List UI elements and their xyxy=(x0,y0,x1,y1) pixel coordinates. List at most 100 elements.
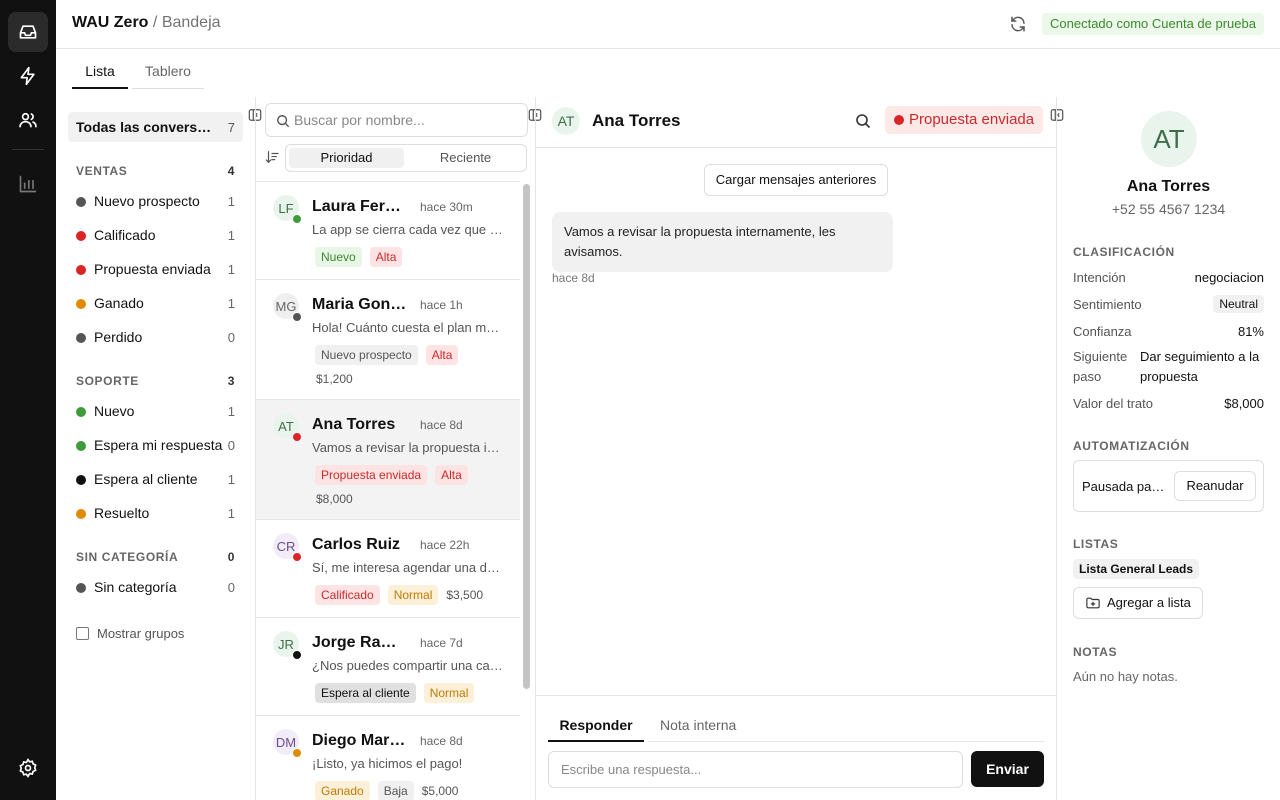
chat-header: AT Ana Torres Propuesta enviada xyxy=(536,97,1056,148)
add-to-list-button[interactable]: Agregar a lista xyxy=(1073,587,1203,619)
bar-chart-icon[interactable] xyxy=(8,164,48,204)
group-title: SIN CATEGORÍA xyxy=(76,550,179,564)
filter-all-conversations[interactable]: Todas las conversaciones 7 xyxy=(68,112,243,142)
tab-lista[interactable]: Lista xyxy=(72,49,128,89)
contact-phone: +52 55 4567 1234 xyxy=(1111,201,1226,217)
group-count: 4 xyxy=(227,164,235,178)
conversation-item[interactable]: DM Diego Martínez hace 8d ¡Listo, ya hic… xyxy=(256,716,520,800)
status-dropdown[interactable]: Propuesta enviada xyxy=(885,106,1044,134)
status-tag: Propuesta enviada xyxy=(315,465,428,485)
filter-label: Sin categoría xyxy=(94,579,177,595)
priority-tag: Baja xyxy=(377,781,414,800)
sort-reciente[interactable]: Reciente xyxy=(408,148,523,168)
conversation-item[interactable]: LF Laura Fernández hace 30m La app se ci… xyxy=(256,182,520,280)
filter-label: Perdido xyxy=(94,329,143,345)
section-header-automatizacion: AUTOMATIZACIÓN xyxy=(1073,439,1190,453)
chat-pane: AT Ana Torres Propuesta enviada Cargar m… xyxy=(536,97,1057,800)
status-dot xyxy=(292,432,302,442)
message-preview: Sí, me interesa agendar una demo xyxy=(312,560,504,575)
filter-calificado[interactable]: Calificado 1 xyxy=(76,226,235,246)
contact-details-pane: AT Ana Torres +52 55 4567 1234 CLASIFICA… xyxy=(1057,97,1280,800)
search-icon xyxy=(277,115,290,128)
priority-tag: Normal xyxy=(423,683,475,703)
page-title: WAU Zero / Bandeja xyxy=(72,14,221,32)
status-tag: Ganado xyxy=(315,781,370,800)
filter-propuesta-enviada[interactable]: Propuesta enviada 1 xyxy=(76,260,235,280)
tab-tablero[interactable]: Tablero xyxy=(132,49,204,89)
status-tag: Calificado xyxy=(315,585,380,605)
filter-nuevo-prospecto[interactable]: Nuevo prospecto 1 xyxy=(76,192,235,212)
timestamp: hace 30m xyxy=(420,200,473,214)
list-scrollbar[interactable] xyxy=(523,184,530,689)
field-label: Intención xyxy=(1073,270,1126,285)
status-dot xyxy=(76,299,86,309)
automation-box: Pausada para esta conversación Reanudar xyxy=(1073,460,1264,512)
filter-label: Espera al cliente xyxy=(94,471,198,487)
filter-count: 1 xyxy=(227,296,235,311)
tag-row: Ganado Baja $5,000 xyxy=(315,781,458,800)
deal-amount: $1,200 xyxy=(316,372,353,386)
tab-responder[interactable]: Responder xyxy=(548,708,644,742)
load-older-messages-button[interactable]: Cargar mensajes anteriores xyxy=(704,164,888,196)
filter-sin-categoria[interactable]: Sin categoría 0 xyxy=(76,578,235,598)
conversation-item-selected[interactable]: AT Ana Torres hace 8d Vamos a revisar la… xyxy=(256,400,520,520)
message-preview: La app se cierra cada vez que intento ab… xyxy=(312,222,504,237)
connection-badge: Conectado como Cuenta de prueba xyxy=(1042,13,1264,35)
show-groups-toggle[interactable]: Mostrar grupos xyxy=(76,626,184,641)
status-tag: Nuevo prospecto xyxy=(315,345,418,365)
group-title: SOPORTE xyxy=(76,374,139,388)
sentiment-badge: Neutral xyxy=(1213,295,1264,313)
section-header-listas: LISTAS xyxy=(1073,537,1119,551)
group-header-sin-categoria: SIN CATEGORÍA 0 xyxy=(76,550,235,564)
field-value: $8,000 xyxy=(1224,396,1264,411)
list-chip[interactable]: Lista General Leads xyxy=(1073,559,1200,579)
inbox-icon[interactable] xyxy=(8,12,48,52)
status-dot xyxy=(76,231,86,241)
bolt-icon[interactable] xyxy=(8,56,48,96)
status-dot xyxy=(292,552,302,562)
filter-nuevo[interactable]: Nuevo 1 xyxy=(76,402,235,422)
status-tag: Nuevo xyxy=(315,247,362,267)
users-icon[interactable] xyxy=(8,100,48,140)
filter-label: Nuevo xyxy=(94,403,135,419)
filter-espera-mi-respuesta[interactable]: Espera mi respuesta 0 xyxy=(76,436,235,456)
group-header-soporte: SOPORTE 3 xyxy=(76,374,235,388)
conversation-item[interactable]: JR Jorge Ramirez hace 7d ¿Nos puedes com… xyxy=(256,618,520,716)
refresh-icon[interactable] xyxy=(1009,15,1027,33)
settings-gear-icon[interactable] xyxy=(8,748,48,788)
sort-icon[interactable] xyxy=(265,150,279,164)
filter-label: Propuesta enviada xyxy=(94,261,211,277)
priority-tag: Alta xyxy=(435,465,468,485)
filter-resuelto[interactable]: Resuelto 1 xyxy=(76,504,235,524)
app-rail xyxy=(0,0,56,800)
group-header-ventas: VENTAS 4 xyxy=(76,164,235,178)
filter-count: 0 xyxy=(227,438,235,453)
contact-name: Ana Torres xyxy=(312,416,396,433)
priority-tag: Alta xyxy=(369,247,403,267)
status-dot xyxy=(76,509,86,519)
automation-status: Pausada para esta conversación xyxy=(1082,479,1168,494)
conversation-item[interactable]: MG Maria Gonzalez hace 1h Hola! Cuánto c… xyxy=(256,280,520,400)
filter-espera-al-cliente[interactable]: Espera al cliente 1 xyxy=(76,470,235,490)
status-tag: Espera al cliente xyxy=(315,683,416,703)
priority-tag: Alta xyxy=(425,345,459,365)
search-input[interactable] xyxy=(294,110,519,130)
search-icon[interactable] xyxy=(855,113,871,129)
search-box[interactable] xyxy=(265,103,528,137)
status-dot xyxy=(76,333,86,343)
field-value: 81% xyxy=(1237,324,1264,339)
contact-name: Jorge Ramirez xyxy=(312,634,408,651)
message-timestamp: hace 8d xyxy=(552,271,595,285)
resume-button[interactable]: Reanudar xyxy=(1174,471,1256,501)
conversation-item[interactable]: CR Carlos Ruiz hace 22h Sí, me interesa … xyxy=(256,520,520,618)
sort-prioridad[interactable]: Prioridad xyxy=(289,148,404,168)
status-dot xyxy=(76,441,86,451)
show-groups-checkbox[interactable] xyxy=(76,627,89,640)
top-bar: WAU Zero / Bandeja Conectado como Cuenta… xyxy=(56,0,1280,49)
send-button[interactable]: Enviar xyxy=(971,751,1044,787)
tab-nota-interna[interactable]: Nota interna xyxy=(648,708,1044,742)
filter-perdido[interactable]: Perdido 0 xyxy=(76,328,235,348)
reply-input[interactable] xyxy=(548,751,963,788)
composer: Responder Nota interna Enviar xyxy=(536,695,1056,800)
filter-ganado[interactable]: Ganado 1 xyxy=(76,294,235,314)
